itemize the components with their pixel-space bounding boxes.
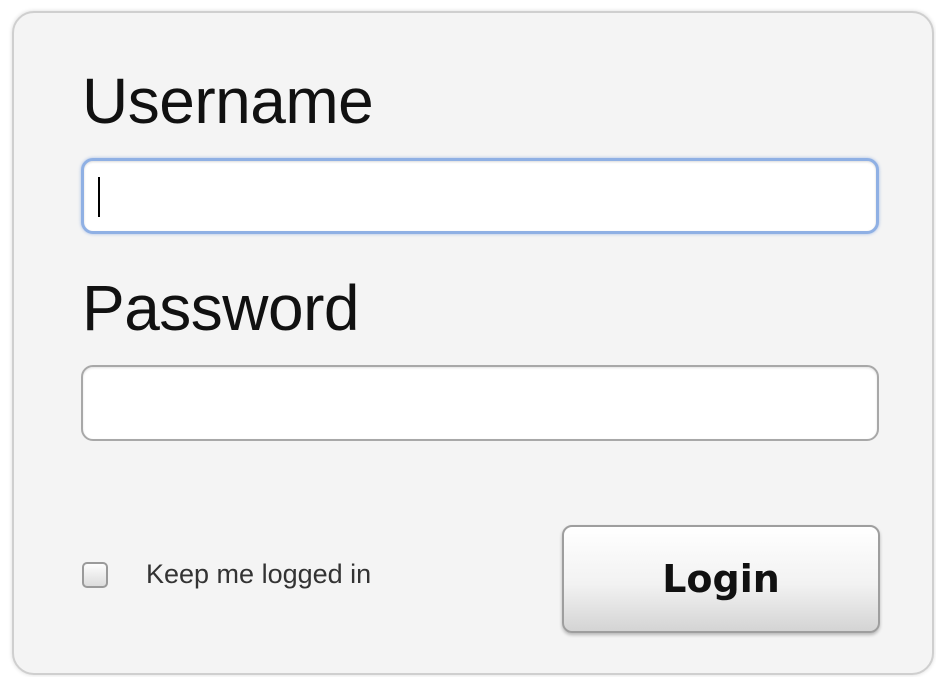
- password-label: Password: [82, 272, 360, 344]
- remember-checkbox[interactable]: [82, 561, 108, 588]
- remember-me[interactable]: Keep me logged in: [82, 561, 371, 588]
- username-label: Username: [82, 65, 374, 137]
- text-caret: [98, 177, 100, 217]
- username-input[interactable]: [81, 158, 879, 234]
- remember-label[interactable]: Keep me logged in: [146, 561, 371, 588]
- login-panel: Username Password Keep me logged in Logi…: [12, 11, 934, 675]
- password-input[interactable]: [81, 365, 879, 441]
- login-button[interactable]: Login: [562, 525, 880, 633]
